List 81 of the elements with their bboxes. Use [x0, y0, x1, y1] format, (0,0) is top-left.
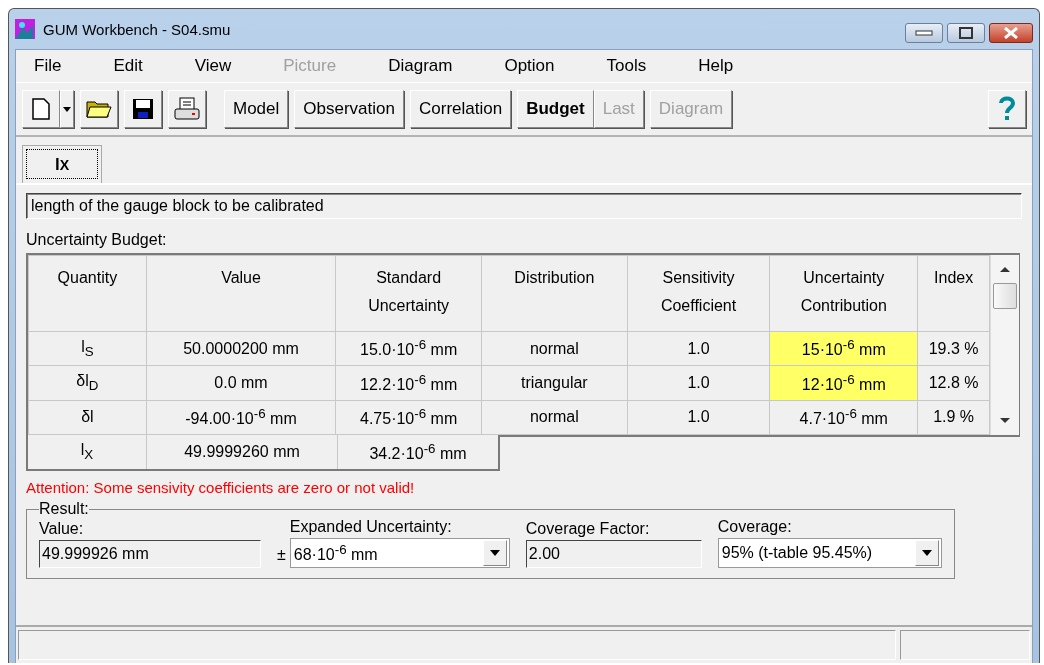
- maximize-icon: [959, 27, 973, 39]
- column-header: Quantity: [28, 255, 147, 332]
- minimize-icon: [915, 30, 933, 36]
- toolbar-button[interactable]: Observation: [294, 90, 404, 128]
- caret-icon: [921, 550, 932, 556]
- close-button[interactable]: [989, 23, 1033, 43]
- table-cell: 12.2·10$^{-6}$ mm: [335, 365, 482, 401]
- scroll-up-arrow-icon[interactable]: [999, 265, 1012, 273]
- toolbar-button[interactable]: Model: [224, 90, 289, 128]
- document-icon: [32, 98, 50, 120]
- plus-minus-sign: ±: [277, 546, 286, 565]
- menu-item[interactable]: Edit: [105, 56, 151, 76]
- caret-icon: [63, 106, 71, 112]
- value-label: Value:: [39, 520, 85, 538]
- table-cell: triangular: [481, 365, 628, 401]
- table-cell: 15·10$^{-6}$ mm: [769, 331, 918, 366]
- table-cell: l$_{S}$: [28, 331, 147, 366]
- maximize-button[interactable]: [947, 23, 985, 43]
- table-cell: 1.0: [627, 400, 770, 435]
- budget-label: Uncertainty Budget:: [26, 231, 168, 249]
- table-cell: 12.8 %: [917, 365, 990, 401]
- table-cell: 4.7·10$^{-6}$ mm: [769, 400, 918, 435]
- caret-icon: [489, 550, 500, 556]
- window-title: GUM Workbench - S04.smu: [43, 20, 232, 38]
- result-legend: Result:: [39, 500, 89, 518]
- coverage-factor-label: Coverage Factor:: [525, 520, 651, 538]
- menu-item[interactable]: View: [186, 56, 240, 76]
- menu-item[interactable]: Diagram: [380, 56, 461, 76]
- menu-item[interactable]: File: [26, 56, 70, 76]
- folder-icon: [86, 99, 112, 119]
- help-icon: [997, 95, 1017, 123]
- toolbar-button[interactable]: Correlation: [410, 90, 512, 128]
- scroll-down-arrow-icon[interactable]: [999, 417, 1012, 425]
- coverage-label: Coverage:: [717, 518, 793, 536]
- table-cell: 19.3 %: [917, 331, 990, 366]
- table-cell: normal: [481, 331, 628, 366]
- total-cell: 49.9999260 mm: [147, 435, 338, 469]
- total-cell: l$_{X}$: [28, 435, 147, 469]
- table-cell: -94.00·10$^{-6}$ mm: [146, 400, 336, 435]
- column-header: Standard Uncertainty: [335, 255, 482, 332]
- table-cell: 12·10$^{-6}$ mm: [769, 365, 918, 401]
- column-header: Uncertainty Contribution: [769, 255, 918, 332]
- dropdown-button[interactable]: [914, 540, 939, 566]
- column-header: Value: [146, 255, 336, 332]
- help-button[interactable]: [988, 90, 1026, 128]
- folder-button[interactable]: [80, 90, 118, 128]
- menu-item[interactable]: Help: [690, 56, 742, 76]
- column-header: Index: [917, 255, 990, 332]
- value-field[interactable]: 49.999926 mm: [39, 540, 261, 568]
- table-cell: 15.0·10$^{-6}$ mm: [335, 331, 482, 366]
- toolbar-button[interactable]: Budget: [517, 90, 594, 128]
- printer-icon: [174, 97, 200, 121]
- table-cell: 0.0 mm: [146, 365, 336, 401]
- coverage-dropdown[interactable]: 95% (t-table 95.45%): [717, 538, 942, 568]
- new-file-button[interactable]: [22, 90, 60, 128]
- expanded-uncertainty-label: Expanded Uncertainty:: [289, 518, 453, 536]
- description-field[interactable]: length of the gauge block to be calibrated: [26, 193, 1022, 219]
- menu-item[interactable]: Tools: [598, 56, 655, 76]
- expanded-uncertainty-dropdown[interactable]: 68·10$^{-6}$ mm: [289, 538, 510, 568]
- table-cell: δl$_{D}$: [28, 365, 147, 401]
- table-cell: 1.9 %: [917, 400, 990, 435]
- table-cell: 1.0: [627, 365, 770, 401]
- scrollbar-thumb[interactable]: [993, 283, 1018, 309]
- close-icon: [1003, 27, 1019, 39]
- coverage-factor-field[interactable]: 2.00: [525, 540, 702, 568]
- app-icon: [15, 19, 35, 39]
- dropdown-button[interactable]: [482, 540, 507, 566]
- floppy-disk-button[interactable]: [124, 90, 162, 128]
- column-header: Distribution: [481, 255, 628, 332]
- minimize-button[interactable]: [905, 23, 943, 43]
- new-dropdown-button[interactable]: [60, 90, 74, 128]
- table-cell: 50.0000200 mm: [146, 331, 336, 366]
- printer-button[interactable]: [168, 90, 206, 128]
- total-cell-text: 34.2·10$^{-6}$ mm: [368, 439, 468, 465]
- table-cell: 1.0: [627, 331, 770, 366]
- table-cell: 4.75·10$^{-6}$ mm: [335, 400, 482, 435]
- warning-message: Attention: Some sensivity coefficients are zero or not valid!: [26, 479, 416, 496]
- table-cell: δl: [28, 400, 147, 435]
- table-cell: normal: [481, 400, 628, 435]
- column-header: Sensitivity Coefficient: [627, 255, 770, 332]
- menu-item[interactable]: Option: [496, 56, 563, 76]
